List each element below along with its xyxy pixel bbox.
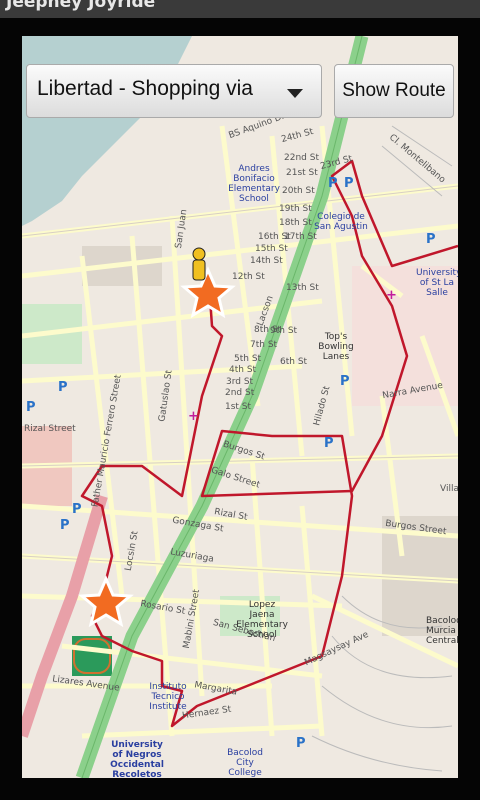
user-location-icon <box>192 247 206 281</box>
street-label: 16th St <box>258 232 291 242</box>
street-label: 4th St <box>229 365 257 375</box>
street-label: 1st St <box>225 402 252 412</box>
hospital-icon: + <box>188 409 199 424</box>
place-label: Instituto Tecnico Institute <box>149 682 187 712</box>
place-label: Bacolod Murcia Central <box>426 616 458 646</box>
street-label: 2nd St <box>225 388 255 398</box>
street-label: 8th St <box>254 325 282 335</box>
street-label: 21st St <box>286 168 318 178</box>
place-label: University of St La Salle <box>416 268 458 298</box>
place-label: Colegio de San Agustin <box>314 212 368 232</box>
parking-icon: P <box>58 380 68 395</box>
chevron-down-icon <box>287 89 303 98</box>
place-label: Andres Bonifacio Elementary School <box>228 164 280 204</box>
street-label: 3rd St <box>226 377 254 387</box>
app-title-bar: Jeepney Joyride <box>0 0 480 18</box>
app-title: Jeepney Joyride <box>6 0 156 12</box>
place-label: Lopez Jaena Elementary School <box>236 600 288 640</box>
parking-icon: P <box>340 374 350 389</box>
street-label: 15th St <box>255 244 288 254</box>
parking-icon: P <box>328 176 338 191</box>
parking-icon: P <box>344 176 354 191</box>
street-label: 13th St <box>286 283 319 293</box>
parking-icon: P <box>324 436 334 451</box>
street-label: Rizal Street <box>24 424 76 434</box>
street-label: Villa <box>440 484 458 494</box>
star-marker-start[interactable] <box>180 266 236 319</box>
street-label: 5th St <box>234 354 262 364</box>
parking-icon: P <box>426 232 436 247</box>
parking-icon: P <box>26 400 36 415</box>
street-label: 7th St <box>250 340 278 350</box>
hospital-icon: + <box>386 288 397 303</box>
street-label: 19th St <box>279 204 312 214</box>
street-label: 14th St <box>250 256 283 266</box>
street-label: 22nd St <box>284 153 319 163</box>
place-label: University of Negros Occidental Recoleto… <box>110 740 164 778</box>
parking-icon: P <box>72 502 82 517</box>
place-label: Top's Bowling Lanes <box>318 332 354 362</box>
route-select-dropdown[interactable]: Libertad - Shopping via <box>26 64 322 118</box>
show-route-button[interactable]: Show Route <box>334 64 454 118</box>
map-view[interactable]: BS Aquino Drive 24th St 23rd St 22nd St … <box>22 36 458 778</box>
street-label: 12th St <box>232 272 265 282</box>
street-label: 6th St <box>280 357 308 367</box>
parking-icon: P <box>296 736 306 751</box>
parking-icon: P <box>60 518 70 533</box>
route-select-value: Libertad - Shopping via <box>37 77 253 100</box>
place-label: Bacolod City College <box>227 748 263 778</box>
street-label: 18th St <box>279 218 312 228</box>
